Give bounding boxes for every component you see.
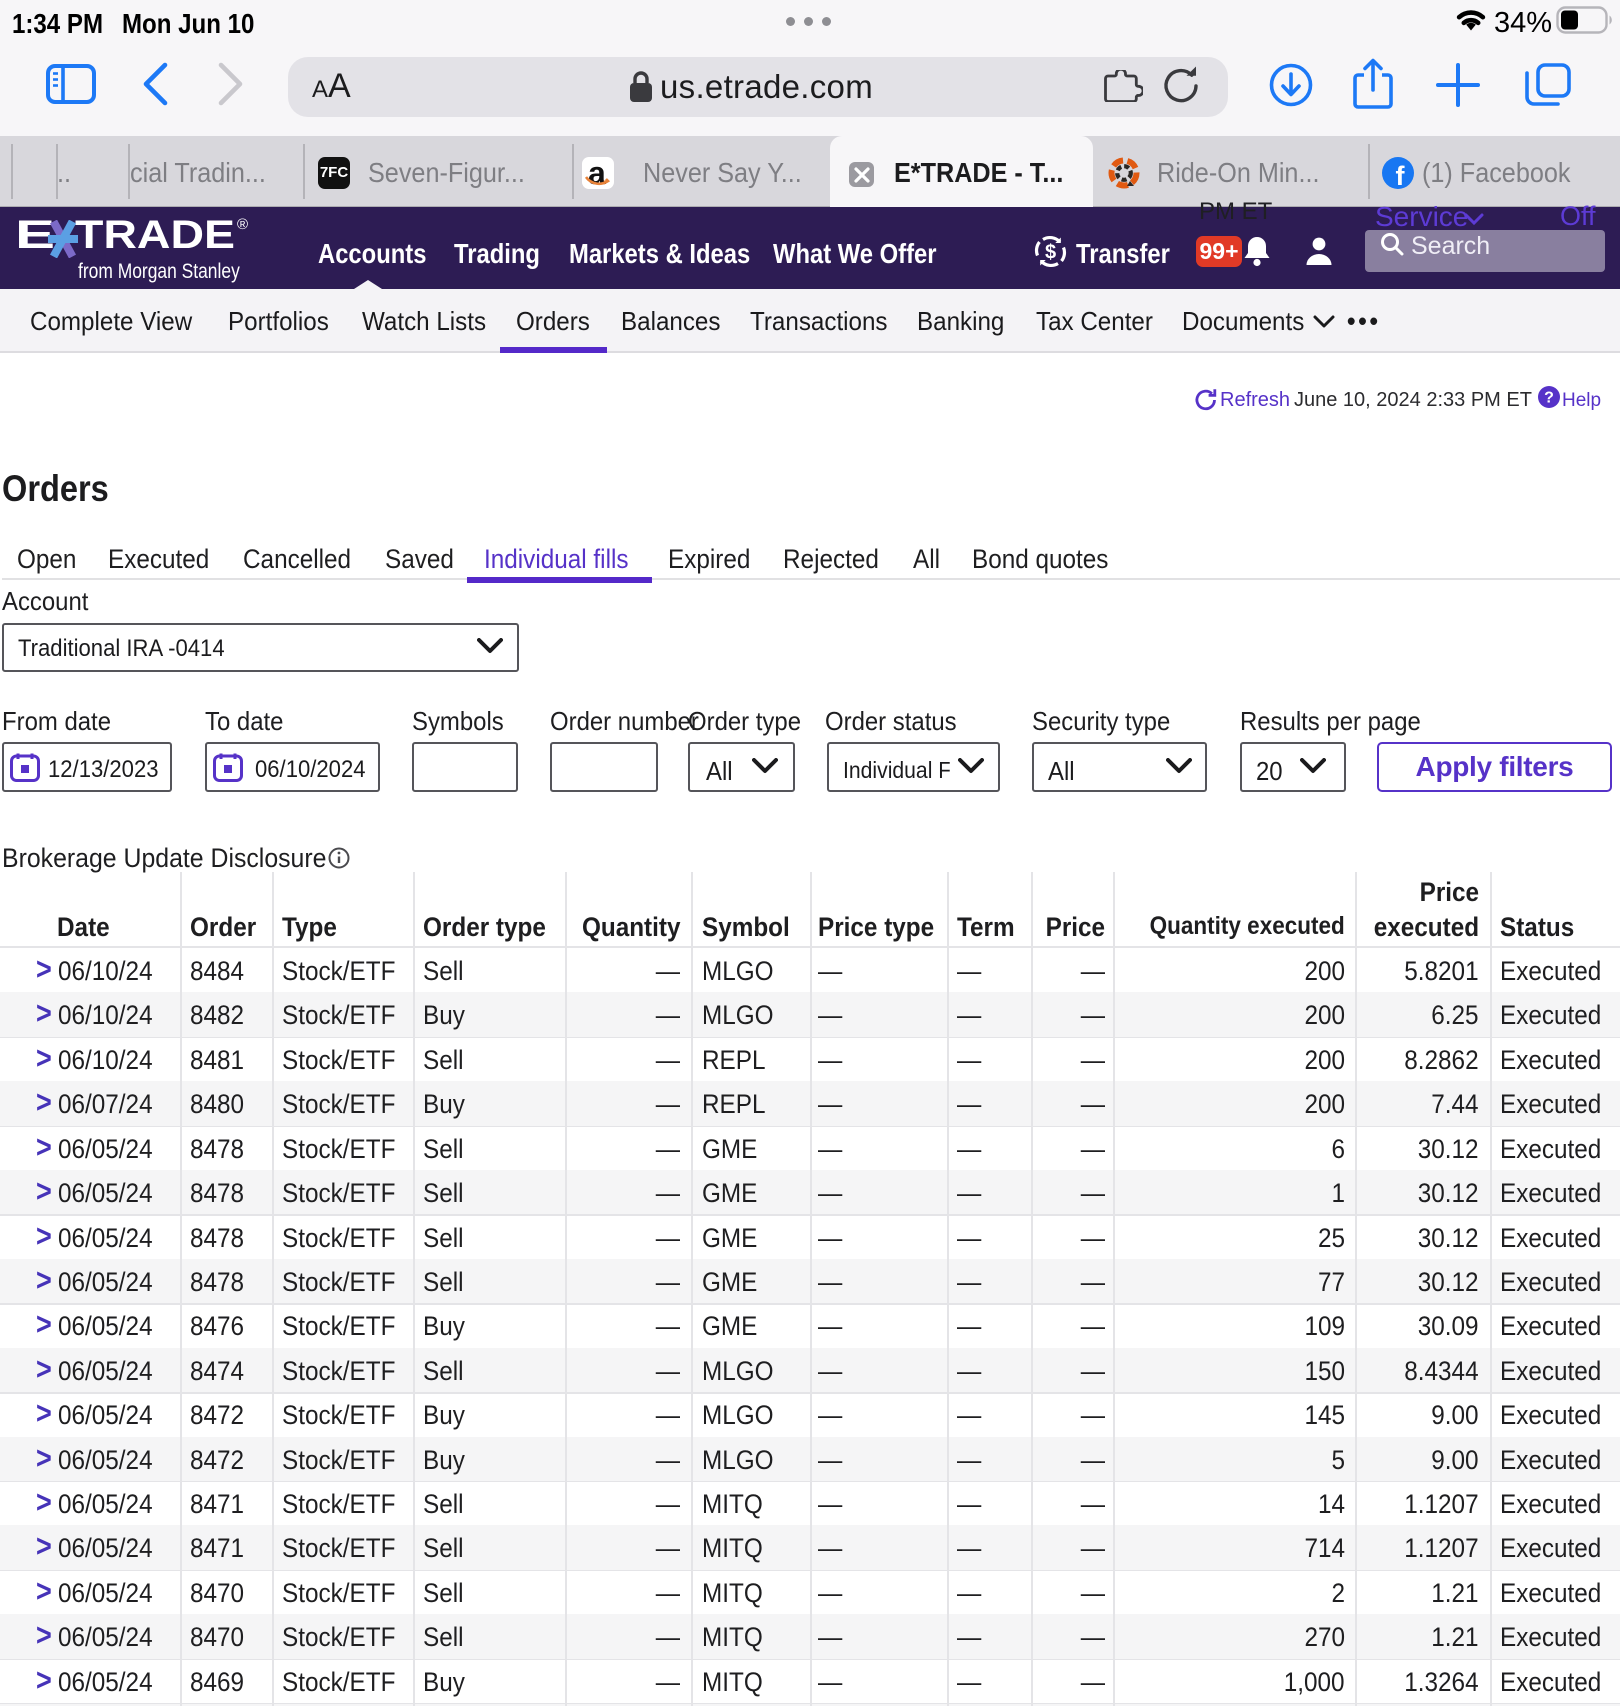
svg-text:?: ? <box>1544 390 1554 407</box>
svg-text:f: f <box>1396 161 1406 189</box>
svg-text:TRADE: TRADE <box>75 218 235 254</box>
svg-text:$: $ <box>1045 242 1056 264</box>
